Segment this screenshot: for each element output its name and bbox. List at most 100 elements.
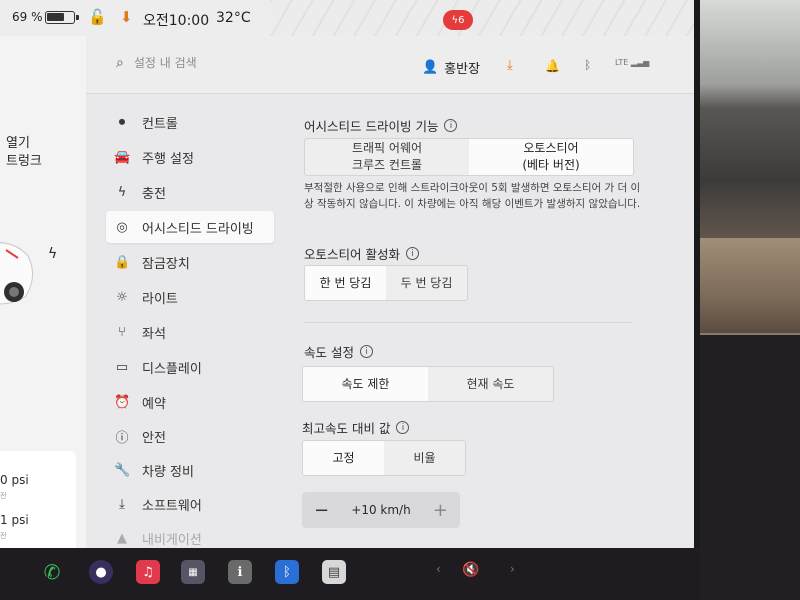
sidebar-item-controls[interactable]: ⏺ 컨트롤 [106, 106, 274, 138]
sidebar-item-safety[interactable]: ⓘ 안전 [106, 420, 274, 452]
sidebar-item-navigation[interactable]: ▲ 내비게이션 [106, 522, 274, 548]
section-title: 오토스티어 활성화 [304, 247, 400, 262]
settings-sidebar: ⏺ 컨트롤 🚘 주행 설정 ϟ 충전 ◎ 어시스티드 드라이빙 🔒 잠금장치 ☼… [86, 94, 282, 548]
chevron-right-icon[interactable]: › [510, 562, 515, 576]
sidebar-item-label: 차량 정비 [142, 464, 194, 480]
info-circle-icon: ⓘ [115, 430, 129, 446]
alert-badge[interactable]: ϟ 6 [443, 10, 473, 30]
lock-icon[interactable]: 🔓 [88, 8, 107, 26]
info-app-icon[interactable]: ℹ [228, 560, 252, 584]
sidebar-item-seats[interactable]: ⑂ 좌석 [106, 316, 274, 348]
trunk-label[interactable]: 트렁크 [6, 150, 42, 169]
volume-mute-icon[interactable]: 🔇 [462, 562, 479, 578]
alert-bolt-icon: ϟ [451, 14, 459, 26]
touchscreen: 69 % 🔓 ⬇ 오전10:00 32°C ϟ 6 열기 트렁크 ϟ 0 psi… [0, 0, 700, 548]
option-fixed[interactable]: 고정 [303, 441, 384, 475]
search-input[interactable]: 설정 내 검색 [134, 54, 197, 71]
bluetooth-app-icon[interactable]: ᛒ [275, 560, 299, 584]
info-icon[interactable]: i [359, 345, 373, 358]
sidebar-item-label: 소프트웨어 [142, 498, 202, 514]
bluetooth-icon[interactable]: ᛒ [584, 58, 591, 72]
option-speed-limit[interactable]: 속도 제한 [303, 367, 428, 401]
background-dash [700, 335, 800, 600]
music-icon[interactable]: ♫ [136, 560, 160, 584]
profile-button[interactable]: 👤 홍반장 [422, 58, 480, 77]
car-panel: 열기 트렁크 ϟ 0 psi 전 1 psi 전 [0, 36, 86, 548]
section-title: 속도 설정 [304, 345, 354, 360]
sidebar-item-label: 충전 [142, 186, 166, 202]
info-icon[interactable]: i [444, 119, 458, 132]
sidebar-item-display[interactable]: ▭ 디스플레이 [106, 351, 274, 383]
phone-icon[interactable]: ✆ [40, 560, 64, 584]
tire-pressure-front-note: 전 [0, 492, 7, 500]
option-autosteer-beta[interactable]: 오토스티어 (베타 버전) [469, 139, 633, 175]
sidebar-item-label: 안전 [142, 430, 166, 446]
sidebar-item-label: 좌석 [142, 326, 166, 342]
sidebar-item-label: 예약 [142, 396, 166, 412]
tire-pressure-rear-note: 전 [0, 532, 7, 540]
outside-temperature: 32°C [216, 10, 251, 26]
camera-icon[interactable]: ● [89, 560, 113, 584]
sidebar-item-service[interactable]: 🔧 차량 정비 [106, 454, 274, 486]
option-single-pull[interactable]: 한 번 당김 [305, 266, 386, 300]
speed-setting-title: 속도 설정 i [304, 342, 373, 361]
search-bar[interactable]: ⌕ 설정 내 검색 [116, 54, 197, 71]
calendar-icon[interactable]: ▤ [322, 560, 346, 584]
bell-icon[interactable]: 🔔 [545, 59, 560, 73]
sidebar-item-locks[interactable]: 🔒 잠금장치 [106, 246, 274, 278]
activation-selector: 한 번 당김 두 번 당김 [304, 265, 468, 301]
option-traffic-aware-cruise[interactable]: 트래픽 어웨어 크루즈 컨트롤 [305, 139, 469, 175]
background-wood-trim [700, 238, 800, 333]
car-image [0, 242, 33, 305]
sidebar-item-schedule[interactable]: ⏰ 예약 [106, 386, 274, 418]
decrease-button[interactable]: − [314, 500, 329, 521]
info-icon[interactable]: i [405, 247, 419, 260]
download-icon[interactable]: ⬇ [120, 8, 133, 26]
settings-header: ⌕ 설정 내 검색 👤 홍반장 ⤓ 🔔 ᛒ LTE ▂▃▅ [86, 36, 694, 94]
arcade-icon[interactable]: ▦ [181, 560, 205, 584]
sidebar-item-label: 잠금장치 [142, 256, 190, 272]
sidebar-item-assisted-driving[interactable]: ◎ 어시스티드 드라이빙 [106, 211, 274, 243]
tire-pressure-card[interactable]: 0 psi 전 1 psi 전 [0, 451, 76, 548]
sidebar-item-charging[interactable]: ϟ 충전 [106, 176, 274, 208]
section-title: 어시스티드 드라이빙 기능 [304, 119, 439, 134]
sidebar-item-software[interactable]: ⤓ 소프트웨어 [106, 488, 274, 520]
assisted-driving-title: 어시스티드 드라이빙 기능 i [304, 116, 458, 135]
info-icon[interactable]: i [396, 421, 410, 434]
display-icon: ▭ [115, 359, 129, 375]
increase-button[interactable]: + [433, 500, 448, 521]
map-preview[interactable] [270, 0, 694, 36]
clock: 오전10:00 [143, 13, 210, 29]
chevron-left-icon[interactable]: ‹ [436, 562, 441, 576]
lock-icon: 🔒 [114, 254, 131, 270]
signal-icon: LTE ▂▃▅ [615, 58, 650, 67]
car-icon: 🚘 [114, 149, 131, 165]
speed-offset-stepper: − +10 km/h + [302, 492, 460, 528]
frunk-open-label[interactable]: 열기 [6, 132, 30, 151]
profile-name: 홍반장 [444, 62, 481, 77]
software-download-icon[interactable]: ⤓ [507, 58, 513, 73]
option-double-pull[interactable]: 두 번 당김 [386, 266, 467, 300]
steering-wheel-icon: ◎ [116, 219, 128, 235]
download-icon: ⤓ [119, 496, 125, 512]
person-icon: 👤 [422, 60, 439, 75]
sidebar-item-label: 컨트롤 [142, 116, 178, 132]
alert-count: 6 [458, 14, 465, 26]
speed-selector: 속도 제한 현재 속도 [302, 366, 554, 402]
sidebar-item-lights[interactable]: ☼ 라이트 [106, 281, 274, 313]
section-title: 최고속도 대비 값 [302, 421, 391, 436]
speed-offset-title: 최고속도 대비 값 i [302, 418, 410, 437]
tire-pressure-rear: 1 psi [0, 513, 29, 527]
sidebar-item-driving[interactable]: 🚘 주행 설정 [106, 141, 274, 173]
tire-pressure-front: 0 psi [0, 473, 29, 487]
autosteer-activation-title: 오토스티어 활성화 i [304, 244, 419, 263]
toggle-icon: ⏺ [118, 114, 126, 130]
option-percentage[interactable]: 비율 [384, 441, 465, 475]
seat-icon: ⑂ [118, 324, 126, 340]
status-bar: 69 % 🔓 ⬇ 오전10:00 32°C ϟ 6 [0, 0, 694, 36]
lte-label: LTE [615, 58, 629, 67]
strikeout-description: 부적절한 사용으로 인해 스트라이크아웃이 5회 발생하면 오토스티어 가 더 … [304, 182, 641, 210]
option-current-speed[interactable]: 현재 속도 [428, 367, 553, 401]
settings-content: 어시스티드 드라이빙 기능 i 트래픽 어웨어 크루즈 컨트롤 오토스티어 (베… [282, 94, 694, 548]
light-icon: ☼ [116, 289, 128, 305]
